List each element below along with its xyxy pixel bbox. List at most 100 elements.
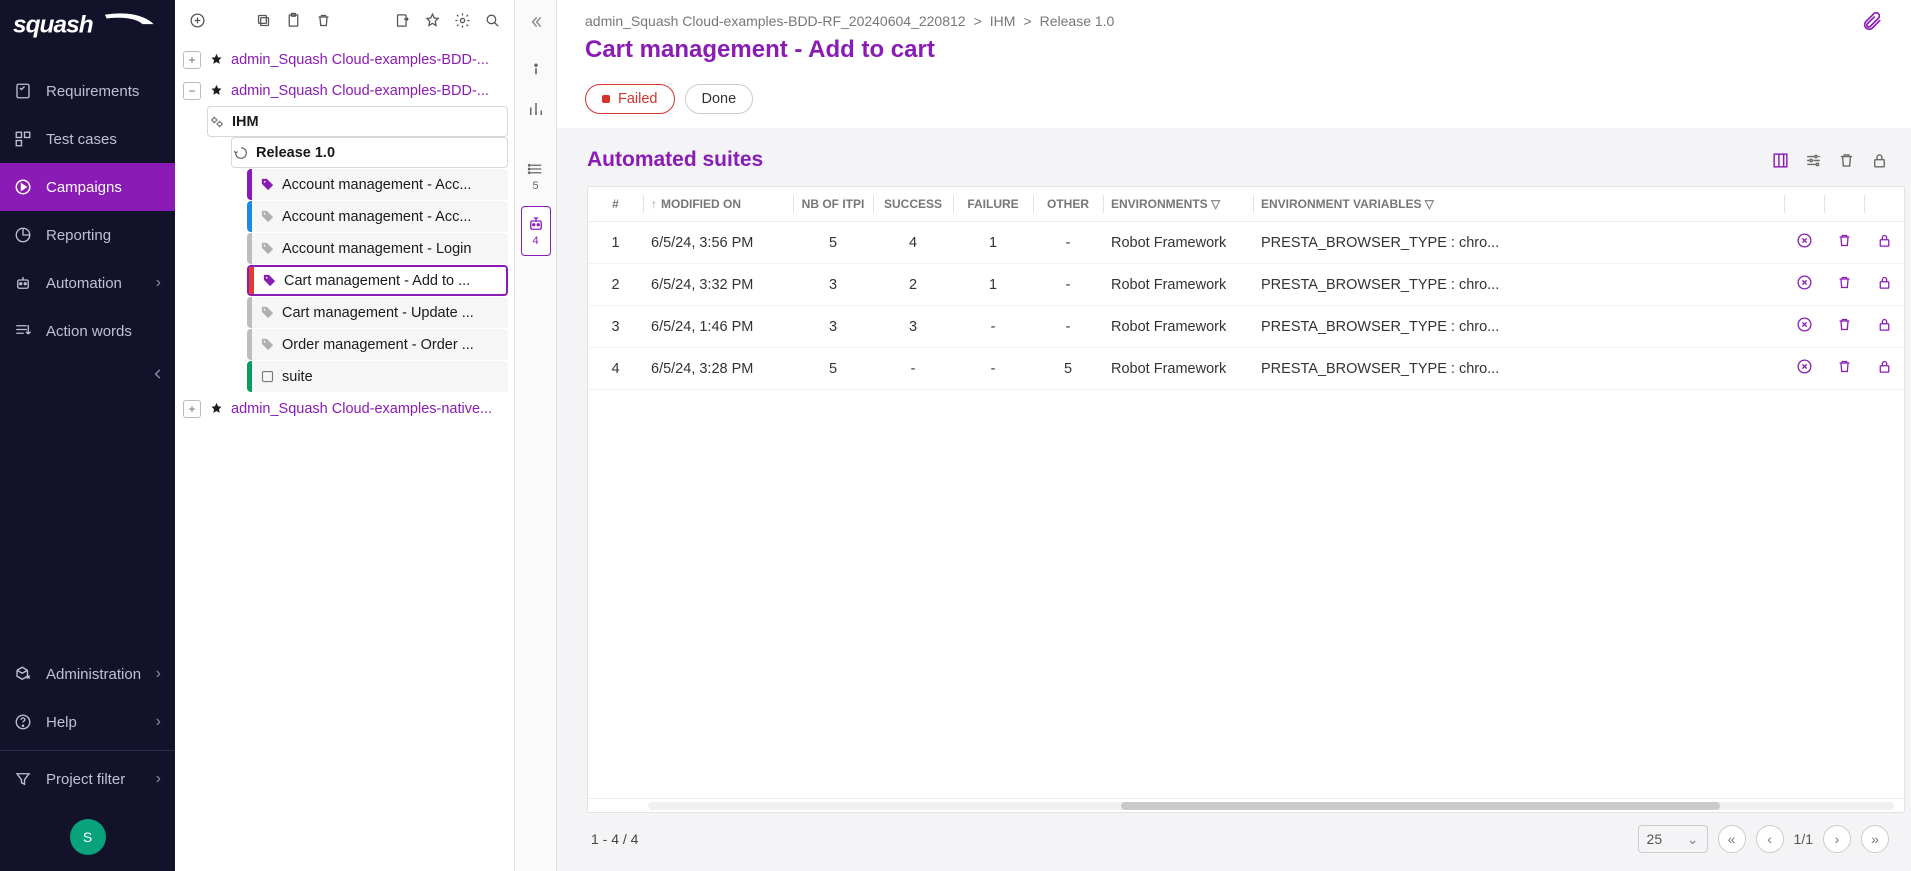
tag-icon: [258, 176, 276, 194]
row-delete-icon[interactable]: [1836, 358, 1853, 375]
tree-label: IHM: [232, 114, 259, 130]
pager-first[interactable]: «: [1718, 825, 1746, 853]
nav-requirements[interactable]: Requirements: [0, 67, 175, 115]
export-icon[interactable]: [390, 8, 414, 32]
tree-release[interactable]: − Release 1.0: [231, 137, 508, 168]
col-success[interactable]: SUCCESS: [873, 187, 953, 222]
nav-administration[interactable]: Administration ›: [0, 650, 175, 698]
row-cancel-icon[interactable]: [1796, 316, 1813, 333]
nav-label: Requirements: [46, 83, 139, 100]
columns-icon[interactable]: [1771, 151, 1790, 170]
breadcrumb-sep: >: [974, 13, 982, 29]
add-icon[interactable]: [185, 8, 209, 32]
row-cancel-icon[interactable]: [1796, 358, 1813, 375]
horizontal-scrollbar[interactable]: [588, 798, 1904, 812]
pill-label: Done: [702, 91, 737, 107]
breadcrumb-part[interactable]: admin_Squash Cloud-examples-BDD-RF_20240…: [585, 13, 966, 29]
row-delete-icon[interactable]: [1836, 316, 1853, 333]
row-lock-icon[interactable]: [1876, 316, 1893, 333]
rail-stats[interactable]: [521, 92, 551, 126]
col-modified[interactable]: ↑MODIFIED ON: [643, 187, 793, 222]
col-env-vars[interactable]: ENVIRONMENT VARIABLES ▽: [1253, 187, 1784, 222]
lock-icon[interactable]: [1870, 151, 1889, 170]
pager-last[interactable]: »: [1861, 825, 1889, 853]
row-lock-icon[interactable]: [1876, 274, 1893, 291]
settings-sliders-icon[interactable]: [1804, 151, 1823, 170]
tree-iteration-item[interactable]: Cart management - Update ...: [247, 297, 508, 328]
cell-env: Robot Framework: [1103, 222, 1253, 264]
nav-test-cases[interactable]: Test cases: [0, 115, 175, 163]
pager-prev[interactable]: ‹: [1756, 825, 1784, 853]
svg-text:squash: squash: [13, 11, 93, 38]
table-row[interactable]: 16/5/24, 3:56 PM541-Robot FrameworkPREST…: [588, 222, 1904, 264]
nav-automation[interactable]: Automation ›: [0, 259, 175, 307]
row-delete-icon[interactable]: [1836, 232, 1853, 249]
col-itpi[interactable]: NB OF ITPI: [793, 187, 873, 222]
attachment-icon[interactable]: [1861, 10, 1883, 32]
nav-label: Automation: [46, 275, 122, 292]
search-icon[interactable]: [480, 8, 504, 32]
nav-help[interactable]: Help ›: [0, 698, 175, 746]
tree-label: Cart management - Update ...: [282, 305, 474, 321]
row-cancel-icon[interactable]: [1796, 274, 1813, 291]
breadcrumb-part[interactable]: Release 1.0: [1040, 13, 1115, 29]
col-failure[interactable]: FAILURE: [953, 187, 1033, 222]
paste-icon[interactable]: [281, 8, 305, 32]
tree-iteration-item[interactable]: suite: [247, 361, 508, 392]
nav-project-filter[interactable]: Project filter ›: [0, 755, 175, 803]
pager-next[interactable]: ›: [1823, 825, 1851, 853]
favorite-icon[interactable]: [420, 8, 444, 32]
nav-campaigns[interactable]: Campaigns: [0, 163, 175, 211]
tree-iteration-item[interactable]: Account management - Acc...: [247, 169, 508, 200]
expand-toggle[interactable]: +: [183, 400, 201, 418]
status-pill-failed[interactable]: Failed: [585, 84, 675, 114]
col-num[interactable]: #: [588, 187, 643, 222]
rail-badge: 4: [532, 235, 538, 247]
expand-toggle[interactable]: −: [183, 82, 201, 100]
status-stripe: [247, 169, 252, 200]
tree-project[interactable]: − admin_Squash Cloud-examples-BDD-...: [177, 75, 508, 106]
cell-success: 3: [873, 306, 953, 348]
cell-failure: 1: [953, 264, 1033, 306]
col-environments[interactable]: ENVIRONMENTS ▽: [1103, 187, 1253, 222]
page-size-select[interactable]: 25 ⌄: [1638, 825, 1708, 853]
expand-toggle[interactable]: +: [183, 51, 201, 69]
nav-collapse[interactable]: [0, 355, 175, 393]
row-cancel-icon[interactable]: [1796, 232, 1813, 249]
tree-label: Account management - Login: [282, 241, 471, 257]
row-delete-icon[interactable]: [1836, 274, 1853, 291]
row-lock-icon[interactable]: [1876, 232, 1893, 249]
suites-grid: # ↑MODIFIED ON NB OF ITPI SUCCESS FAILUR…: [587, 186, 1905, 813]
table-row[interactable]: 26/5/24, 3:32 PM321-Robot FrameworkPREST…: [588, 264, 1904, 306]
copy-icon[interactable]: [251, 8, 275, 32]
delete-icon[interactable]: [1837, 151, 1856, 170]
status-pill-done[interactable]: Done: [685, 84, 754, 114]
tree-project[interactable]: + admin_Squash Cloud-examples-BDD-...: [177, 44, 508, 75]
tree-iteration-item[interactable]: Cart management - Add to ...: [247, 265, 508, 296]
settings-icon[interactable]: [450, 8, 474, 32]
row-lock-icon[interactable]: [1876, 358, 1893, 375]
rail-executions[interactable]: 5: [521, 152, 551, 200]
tree-iteration-item[interactable]: Order management - Order ...: [247, 329, 508, 360]
tree-folder-ihm[interactable]: − IHM: [207, 106, 508, 137]
nav-label: Project filter: [46, 771, 125, 788]
col-other[interactable]: OTHER: [1033, 187, 1103, 222]
table-row[interactable]: 46/5/24, 3:28 PM5--5Robot FrameworkPREST…: [588, 348, 1904, 390]
status-stripe: [247, 361, 252, 392]
tree-iteration-item[interactable]: Account management - Acc...: [247, 201, 508, 232]
user-avatar[interactable]: S: [70, 819, 106, 855]
tree-label: Account management - Acc...: [282, 177, 471, 193]
breadcrumb-part[interactable]: IHM: [990, 13, 1016, 29]
rail-info[interactable]: [521, 52, 551, 86]
rail-automated-suites[interactable]: 4: [521, 206, 551, 256]
chevron-right-icon: ›: [156, 665, 161, 683]
nav-action-words[interactable]: Action words: [0, 307, 175, 355]
collapse-detail-icon[interactable]: [528, 14, 544, 30]
tree-label: admin_Squash Cloud-examples-native...: [231, 401, 492, 417]
table-row[interactable]: 36/5/24, 1:46 PM33--Robot FrameworkPREST…: [588, 306, 1904, 348]
delete-icon[interactable]: [311, 8, 335, 32]
tree-project[interactable]: + admin_Squash Cloud-examples-native...: [177, 393, 508, 424]
tree-iteration-item[interactable]: Account management - Login: [247, 233, 508, 264]
chevron-right-icon: ›: [156, 713, 161, 731]
nav-reporting[interactable]: Reporting: [0, 211, 175, 259]
